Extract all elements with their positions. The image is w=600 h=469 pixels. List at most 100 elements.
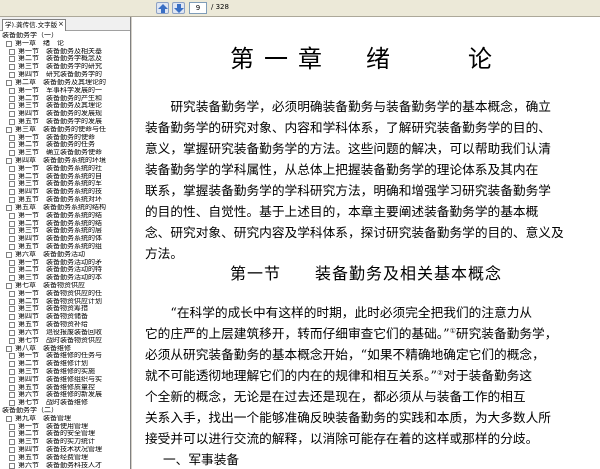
bookmark-checkbox[interactable] (9, 103, 15, 110)
bookmark-item[interactable]: 第二节 装备勤务系统的结 (0, 220, 130, 228)
bookmark-item[interactable]: 第四节 装备勤务的发展规 (0, 110, 130, 118)
bookmark-item[interactable]: 第二节 装备勤务的任务 (0, 141, 130, 149)
bookmark-item[interactable]: 第一节 装备物资供应的任 (0, 290, 130, 298)
next-page-button[interactable] (172, 2, 185, 14)
bookmark-item[interactable]: 装备勤务学（二） (0, 407, 130, 415)
bookmark-item[interactable]: 第四节 装备物资储备 (0, 313, 130, 321)
bookmark-item[interactable]: 第六节 退役报废装备回收 (0, 329, 130, 337)
bookmark-item[interactable]: 第七节 战时装备物资供应 (0, 337, 130, 345)
bookmark-checkbox[interactable] (9, 322, 15, 329)
bookmark-checkbox[interactable] (9, 118, 15, 125)
bookmark-checkbox[interactable] (9, 173, 15, 180)
bookmark-item[interactable]: 第七节 战时装备维修 (0, 399, 130, 407)
bookmark-item[interactable]: 第一节 装备勤务系统的社 (0, 165, 130, 173)
bookmark-checkbox[interactable] (9, 314, 15, 321)
bookmark-checkbox[interactable] (9, 275, 15, 282)
bookmark-item[interactable]: 第二章 装备勤务及其理论的 (0, 79, 130, 87)
bookmark-item[interactable]: 第一节 军事科学发展的一 (0, 87, 130, 95)
bookmark-item[interactable]: 第五节 装备勤务系统的组 (0, 243, 130, 251)
bookmark-checkbox[interactable] (9, 111, 15, 118)
bookmark-item[interactable]: 第五章 装备勤务系统的结构 (0, 204, 130, 212)
bookmark-item[interactable]: 第三节 装备物资筹措 (0, 305, 130, 313)
bookmark-checkbox[interactable] (9, 142, 15, 149)
bookmark-checkbox[interactable] (9, 361, 15, 368)
bookmark-item[interactable]: 第五节 装备物资补给 (0, 321, 130, 329)
bookmark-checkbox[interactable] (9, 384, 15, 391)
bookmark-checkbox[interactable] (9, 267, 15, 274)
bookmark-checkbox[interactable] (9, 454, 15, 461)
bookmark-item[interactable]: 第三节 装备勤务系统的层 (0, 227, 130, 235)
bookmark-checkbox[interactable] (6, 415, 12, 422)
bookmark-item[interactable]: 第四节 装备勤务系统的体 (0, 235, 130, 243)
bookmark-item[interactable]: 第三节 装备勤务活动的本 (0, 274, 130, 282)
bookmark-item[interactable]: 第五节 装备勤务学的发展 (0, 118, 130, 126)
bookmark-item[interactable]: 第八章 装备维修 (0, 345, 130, 353)
bookmark-checkbox[interactable] (9, 72, 15, 79)
bookmark-checkbox[interactable] (6, 204, 12, 211)
bookmark-item[interactable]: 第四节 装备维修组织与实 (0, 376, 130, 384)
bookmark-checkbox[interactable] (6, 251, 12, 258)
bookmark-item[interactable]: 第二节 装备勤务活动的特 (0, 266, 130, 274)
bookmark-checkbox[interactable] (9, 290, 15, 297)
bookmark-item[interactable]: 第六节 装备维修的新发展 (0, 391, 130, 399)
bookmark-checkbox[interactable] (9, 447, 15, 454)
bookmark-checkbox[interactable] (9, 306, 15, 313)
bookmark-item[interactable]: 第二节 装备勤务的产生和 (0, 95, 130, 103)
bookmark-checkbox[interactable] (9, 228, 15, 235)
bookmark-checkbox[interactable] (9, 298, 15, 305)
bookmark-item[interactable]: 第二节 装备物资供应计划 (0, 298, 130, 306)
bookmark-checkbox[interactable] (9, 423, 15, 430)
bookmark-item[interactable]: 第二节 装备勤务系统的自 (0, 173, 130, 181)
bookmark-item[interactable]: 第六章 装备勤务活动 (0, 251, 130, 259)
bookmark-checkbox[interactable] (9, 64, 15, 71)
bookmark-checkbox[interactable] (9, 197, 15, 204)
bookmark-item[interactable]: 第三节 确立装备勤务使命 (0, 149, 130, 157)
bookmark-checkbox[interactable] (9, 329, 15, 336)
bookmark-checkbox[interactable] (9, 95, 15, 102)
bookmark-checkbox[interactable] (6, 126, 12, 133)
bookmark-item[interactable]: 第一节 装备维修的任务与 (0, 352, 130, 360)
bookmark-checkbox[interactable] (9, 439, 15, 446)
bookmark-checkbox[interactable] (9, 259, 15, 266)
bookmark-checkbox[interactable] (9, 462, 15, 469)
bookmark-item[interactable]: 装备勤务学（一） (0, 32, 130, 40)
bookmark-checkbox[interactable] (9, 243, 15, 250)
bookmark-checkbox[interactable] (9, 376, 15, 383)
page-number-input[interactable]: 9 (189, 2, 207, 14)
bookmark-checkbox[interactable] (6, 345, 12, 352)
bookmark-checkbox[interactable] (6, 40, 12, 47)
bookmark-checkbox[interactable] (9, 181, 15, 188)
previous-page-button[interactable] (156, 2, 169, 14)
bookmark-checkbox[interactable] (9, 212, 15, 219)
bookmark-item[interactable]: 第一节 装备勤务活动的矛 (0, 259, 130, 267)
bookmark-checkbox[interactable] (9, 353, 15, 360)
bookmark-item[interactable]: 第四节 装备勤务系统的技 (0, 188, 130, 196)
bookmark-checkbox[interactable] (9, 368, 15, 375)
bookmark-item[interactable]: 第二节 装备维修计划 (0, 360, 130, 368)
bookmark-item[interactable]: 第二节 装备的安全管理 (0, 430, 130, 438)
bookmark-item[interactable]: 第二节 装备勤务学概念及 (0, 55, 130, 63)
bookmark-checkbox[interactable] (9, 48, 15, 55)
bookmark-item[interactable]: 第五节 装备经费管理 (0, 454, 130, 462)
bookmark-item[interactable]: 第四章 装备勤务系统的环境 (0, 157, 130, 165)
bookmark-item[interactable]: 第三节 装备勤务及其理论 (0, 102, 130, 110)
bookmark-checkbox[interactable] (9, 392, 15, 399)
bookmark-item[interactable]: 第三节 装备勤务系统的军 (0, 180, 130, 188)
bookmark-checkbox[interactable] (9, 236, 15, 243)
bookmark-checkbox[interactable] (9, 87, 15, 94)
close-tab-icon[interactable]: × (58, 20, 64, 28)
bookmark-checkbox[interactable] (9, 165, 15, 172)
bookmark-item[interactable]: 第五节 装备勤务系统对环 (0, 196, 130, 204)
bookmark-item[interactable]: 第九章 装备管理 (0, 415, 130, 423)
bookmark-checkbox[interactable] (9, 189, 15, 196)
bookmark-checkbox[interactable] (6, 158, 12, 164)
bookmark-item[interactable]: 第三节 装备勤务学的研究 (0, 63, 130, 71)
bookmark-checkbox[interactable] (6, 283, 12, 289)
bookmark-checkbox[interactable] (9, 220, 15, 227)
bookmark-checkbox[interactable] (9, 56, 15, 63)
bookmark-item[interactable]: 第七章 装备物资供应 (0, 282, 130, 290)
bookmark-item[interactable]: 第三节 装备的实力统计 (0, 438, 130, 446)
bookmark-item[interactable]: 第四节 装备技术状况管理 (0, 446, 130, 454)
bookmark-item[interactable]: 第一节 装备勤务及相关基 (0, 48, 130, 56)
bookmark-item[interactable]: 第三节 装备维修的实施 (0, 368, 130, 376)
